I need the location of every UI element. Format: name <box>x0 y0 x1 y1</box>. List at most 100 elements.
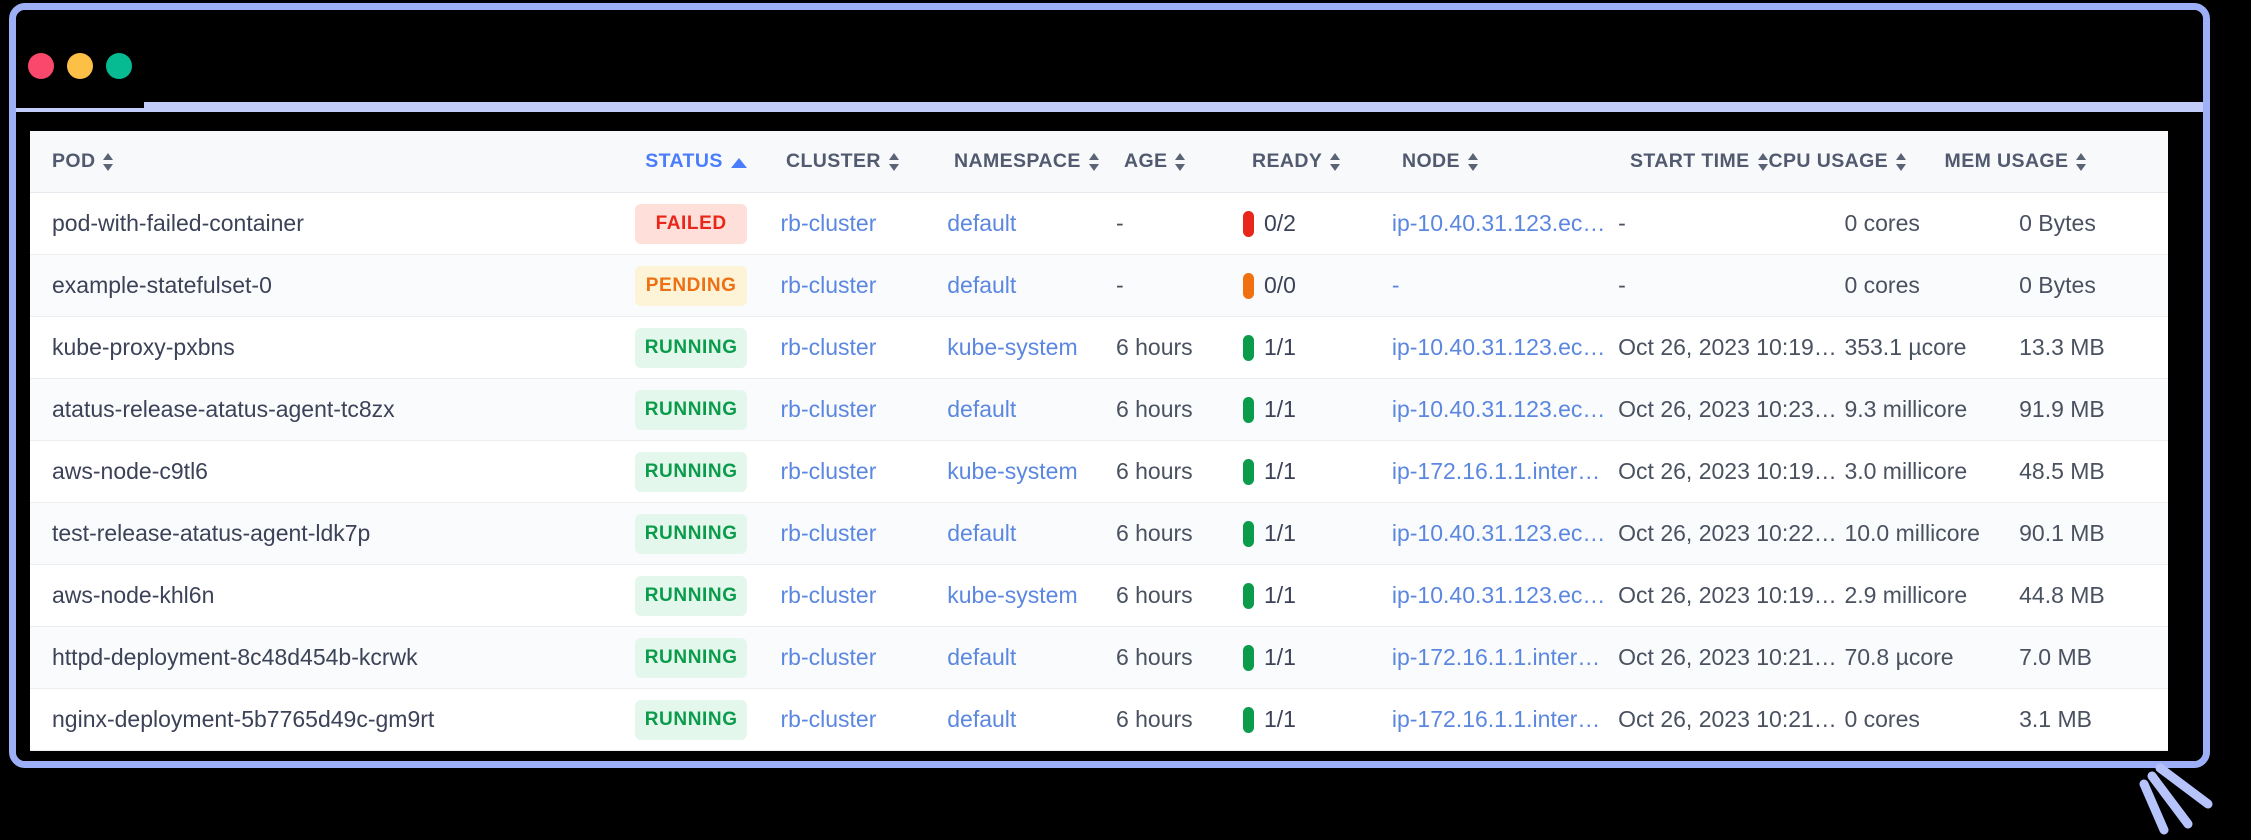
cell-namespace[interactable]: default <box>947 210 1116 237</box>
minimize-window-button[interactable] <box>67 53 93 79</box>
cell-namespace[interactable]: default <box>947 706 1116 733</box>
cell-namespace[interactable]: kube-system <box>947 582 1116 609</box>
cell-mem-usage: 90.1 MB <box>2019 520 2105 546</box>
sort-toggle-icon[interactable] <box>1088 152 1100 172</box>
cell-pod-name: aws-node-khl6n <box>52 582 215 608</box>
table-row[interactable]: aws-node-c9tl6 RUNNING rb-cluster kube-syst… <box>30 441 2168 503</box>
ready-status-bar-icon <box>1243 520 1254 547</box>
cell-cluster[interactable]: rb-cluster <box>781 458 948 485</box>
cell-age: - <box>1115 272 1124 298</box>
column-pod: POD <box>30 150 606 173</box>
cell-age: 6 hours <box>1115 706 1193 732</box>
sort-header-namespace[interactable]: NAMESPACE <box>954 150 1124 173</box>
cell-ready: 0/0 <box>1243 272 1392 299</box>
sort-toggle-icon[interactable] <box>1757 152 1769 172</box>
sort-header-cluster[interactable]: CLUSTER <box>786 150 954 173</box>
status-badge: RUNNING <box>635 513 748 554</box>
cell-cluster[interactable]: rb-cluster <box>781 520 948 547</box>
ready-status-bar-icon <box>1243 272 1254 299</box>
sort-toggle-icon[interactable] <box>888 152 900 172</box>
status-badge: RUNNING <box>635 451 748 492</box>
table-row[interactable]: kube-proxy-pxbns RUNNING rb-cluster kube-sy… <box>30 317 2168 379</box>
active-tab[interactable] <box>16 94 144 108</box>
cell-cpu-usage: 70.8 µcore <box>1844 644 1954 670</box>
sort-header-pod[interactable]: POD <box>52 150 606 173</box>
cell-cluster[interactable]: rb-cluster <box>781 334 948 361</box>
cell-ready: 1/1 <box>1243 520 1392 547</box>
cell-ready: 1/1 <box>1243 334 1392 361</box>
cell-start-time: Oct 26, 2023 10:19… <box>1618 582 1837 608</box>
cell-namespace[interactable]: kube-system <box>947 334 1116 361</box>
cell-namespace[interactable]: default <box>947 644 1116 671</box>
cell-node[interactable]: ip-172.16.1.1.inter… <box>1392 458 1618 485</box>
cell-cluster[interactable]: rb-cluster <box>781 272 948 299</box>
cell-node[interactable]: ip-10.40.31.123.ec… <box>1392 334 1618 361</box>
column-label-pod: POD <box>52 150 96 172</box>
cell-cluster[interactable]: rb-cluster <box>781 644 948 671</box>
cell-node[interactable]: ip-172.16.1.1.inter… <box>1392 644 1618 671</box>
cell-age: 6 hours <box>1115 396 1193 422</box>
sort-header-start_time[interactable]: START TIME <box>1630 150 1769 173</box>
table-row[interactable]: pod-with-failed-container FAILED rb-cluste… <box>30 193 2168 255</box>
column-mem: MEM USAGE <box>1945 150 2095 173</box>
browser-window: POD STATUS CLUSTER NAMESPACE AGE READY NODE STA… <box>9 3 2210 768</box>
ready-indicator: 1/1 <box>1243 396 1392 423</box>
cell-cpu-usage: 353.1 µcore <box>1844 334 1967 360</box>
sort-header-status[interactable]: STATUS <box>645 150 747 173</box>
status-badge: RUNNING <box>635 699 748 740</box>
window-controls <box>28 53 132 79</box>
cell-node[interactable]: ip-172.16.1.1.inter… <box>1392 706 1618 733</box>
cell-start-time: Oct 26, 2023 10:22… <box>1618 520 1837 546</box>
table-row[interactable]: example-statefulset-0 PENDING rb-cluster de… <box>30 255 2168 317</box>
cell-node[interactable]: ip-10.40.31.123.ec… <box>1392 582 1618 609</box>
column-label-start_time: START TIME <box>1630 150 1750 172</box>
cell-cluster[interactable]: rb-cluster <box>781 582 948 609</box>
cell-ready: 1/1 <box>1243 582 1392 609</box>
cell-cluster[interactable]: rb-cluster <box>781 396 948 423</box>
cell-node[interactable]: ip-10.40.31.123.ec… <box>1392 396 1618 423</box>
table-row[interactable]: nginx-deployment-5b7765d49c-gm9rt RUNNING… <box>30 689 2168 751</box>
table-row[interactable]: test-release-atatus-agent-ldk7p RUNNING rb… <box>30 503 2168 565</box>
sort-ascending-icon[interactable] <box>730 157 747 168</box>
cell-mem-usage: 0 Bytes <box>2019 210 2096 236</box>
cell-ready: 0/2 <box>1243 210 1392 237</box>
cell-node[interactable]: - <box>1392 272 1618 299</box>
sort-header-cpu[interactable]: CPU USAGE <box>1769 150 1945 173</box>
sort-toggle-icon[interactable] <box>1330 152 1341 172</box>
cell-node[interactable]: ip-10.40.31.123.ec… <box>1392 210 1618 237</box>
table-row[interactable]: httpd-deployment-8c48d454b-kcrwk RUNNING r… <box>30 627 2168 689</box>
column-cluster: CLUSTER <box>786 150 954 173</box>
cell-age: 6 hours <box>1115 458 1193 484</box>
ready-count: 1/1 <box>1264 334 1296 360</box>
tab-strip <box>16 94 2203 112</box>
sort-toggle-icon[interactable] <box>1467 152 1479 172</box>
sort-header-node[interactable]: NODE <box>1402 150 1630 173</box>
cell-cluster[interactable]: rb-cluster <box>781 706 948 733</box>
cell-namespace[interactable]: default <box>947 520 1116 547</box>
close-window-button[interactable] <box>28 53 54 79</box>
maximize-window-button[interactable] <box>106 53 132 79</box>
cell-status: PENDING <box>602 265 781 306</box>
cell-cluster[interactable]: rb-cluster <box>781 210 948 237</box>
ready-count: 1/1 <box>1264 706 1296 732</box>
sort-toggle-icon[interactable] <box>2076 152 2087 172</box>
cell-namespace[interactable]: kube-system <box>947 458 1116 485</box>
ready-status-bar-icon <box>1243 396 1254 423</box>
sort-header-mem[interactable]: MEM USAGE <box>1945 150 2095 173</box>
table-row[interactable]: aws-node-khl6n RUNNING rb-cluster kube-syst… <box>30 565 2168 627</box>
cell-namespace[interactable]: default <box>947 272 1116 299</box>
sort-header-age[interactable]: AGE <box>1124 150 1252 173</box>
cell-start-time: Oct 26, 2023 10:21… <box>1618 644 1837 670</box>
ready-indicator: 0/0 <box>1243 272 1392 299</box>
sort-toggle-icon[interactable] <box>1896 152 1907 172</box>
cell-namespace[interactable]: default <box>947 396 1116 423</box>
ready-count: 1/1 <box>1264 644 1296 670</box>
ready-status-bar-icon <box>1243 644 1254 671</box>
cell-node[interactable]: ip-10.40.31.123.ec… <box>1392 520 1618 547</box>
sort-toggle-icon[interactable] <box>1175 152 1186 172</box>
table-row[interactable]: atatus-release-atatus-agent-tc8zx RUNNING… <box>30 379 2168 441</box>
sort-header-ready[interactable]: READY <box>1252 150 1402 173</box>
sort-toggle-icon[interactable] <box>103 152 114 172</box>
cell-status: RUNNING <box>602 637 781 678</box>
status-badge: PENDING <box>635 265 748 306</box>
